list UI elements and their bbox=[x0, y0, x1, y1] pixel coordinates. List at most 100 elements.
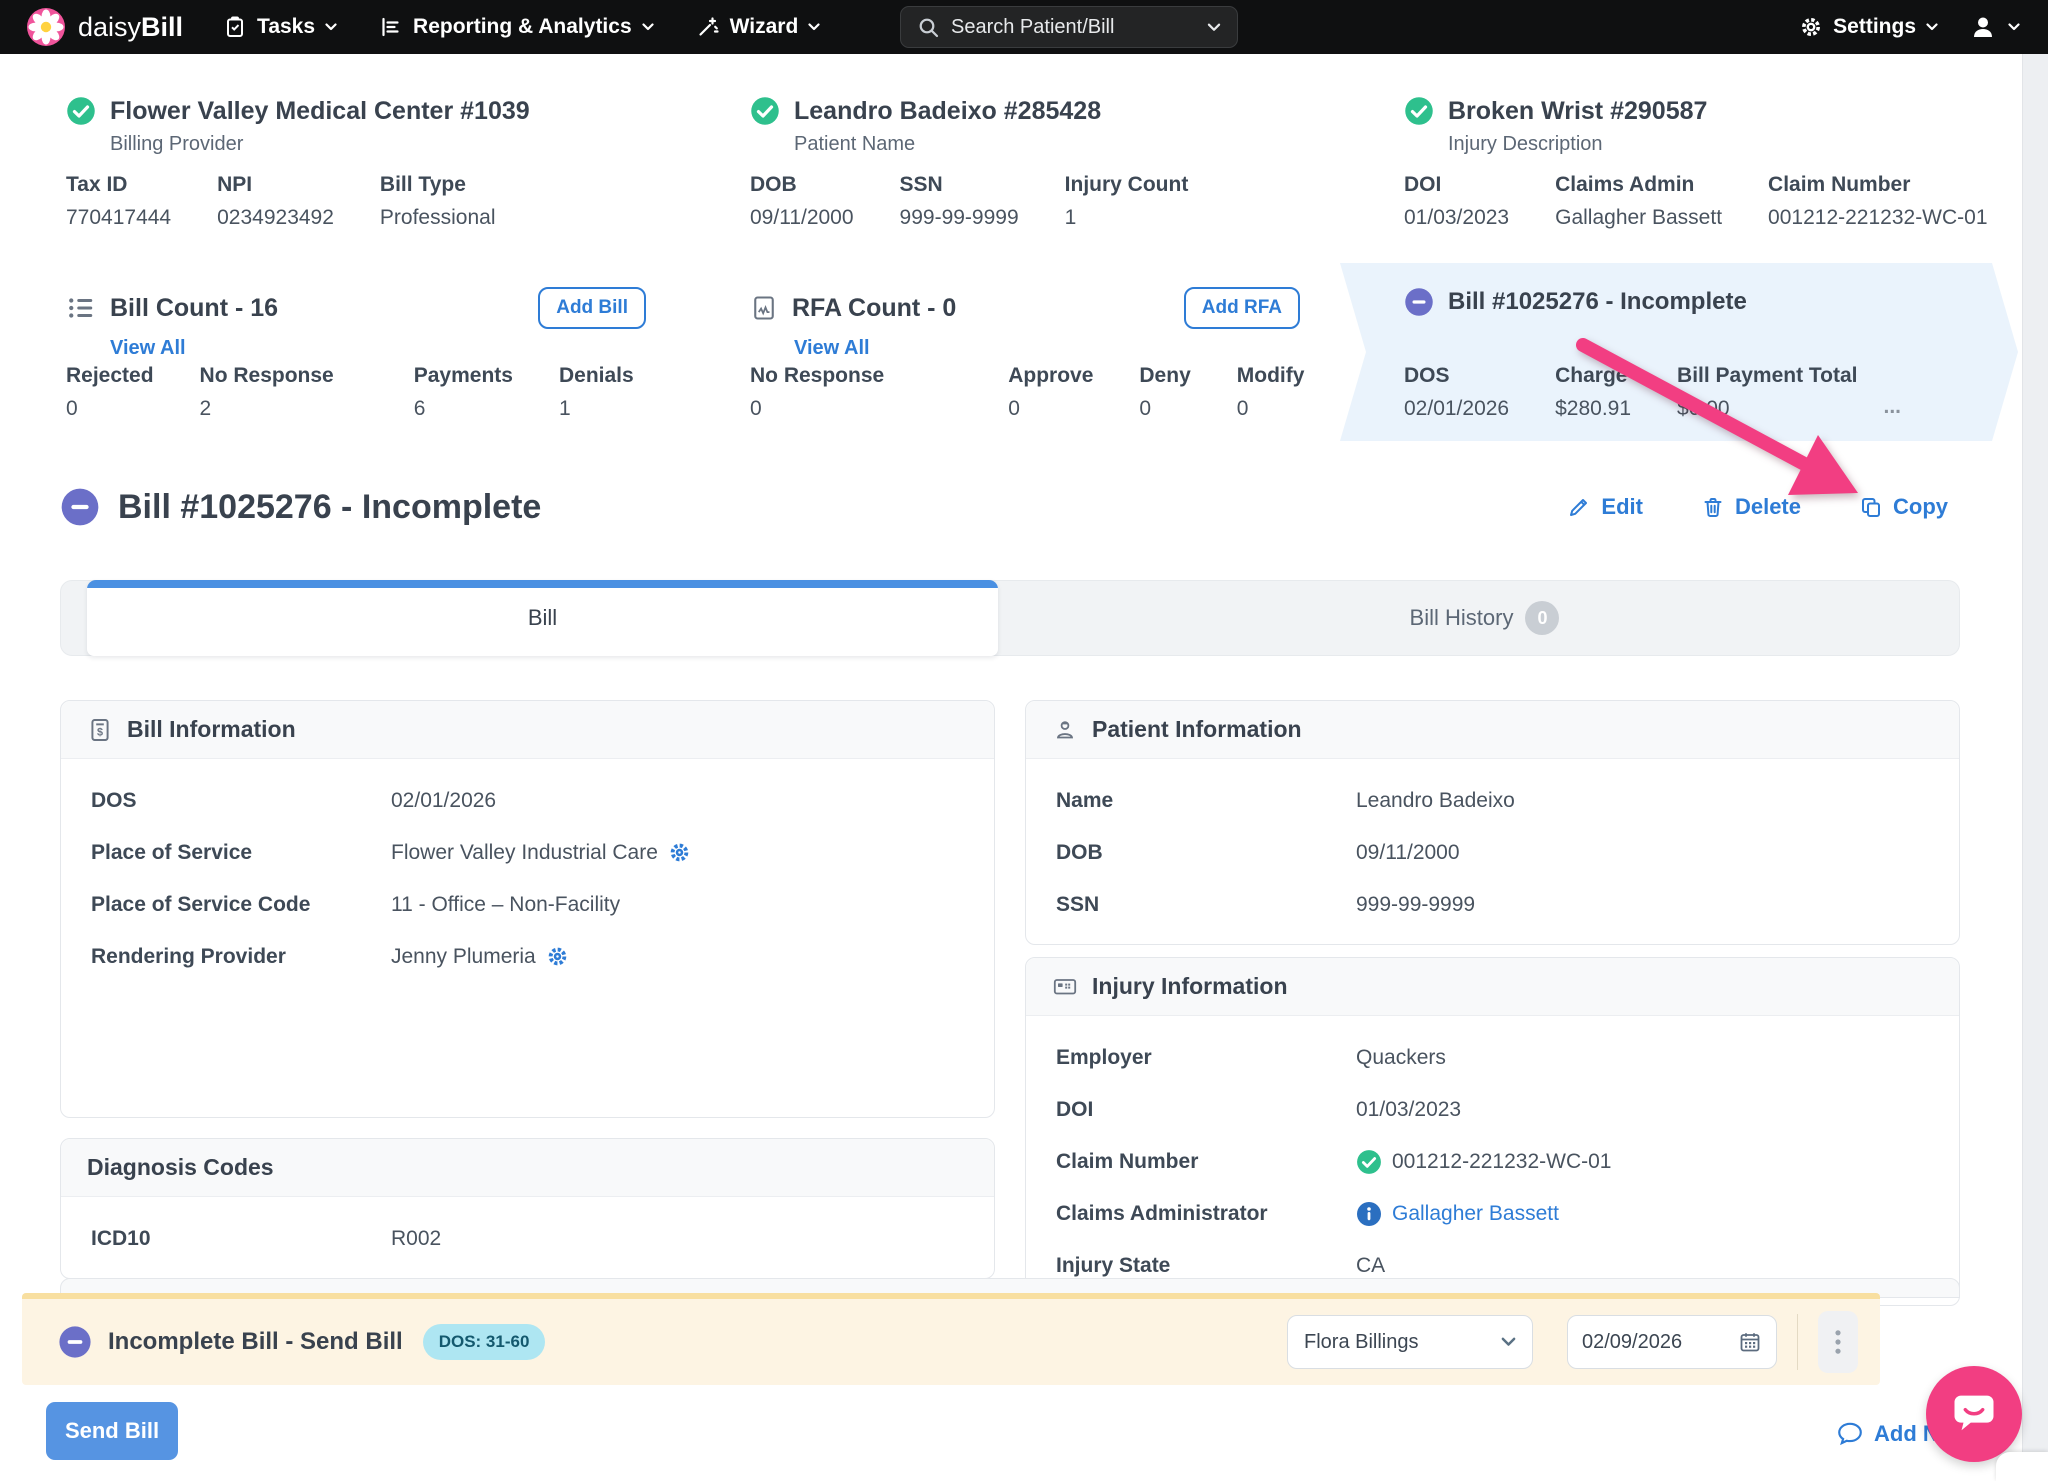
incomplete-minus-circle-icon bbox=[61, 488, 99, 526]
nav-tasks[interactable]: Tasks bbox=[223, 15, 337, 39]
stat-claim-number: Claim Number 001212-221232-WC-01 bbox=[1768, 173, 1988, 229]
stat-modify: Modify 0 bbox=[1236, 364, 1305, 420]
patient-information-body: Name Leandro Badeixo DOB 09/11/2000 SSN … bbox=[1026, 759, 1959, 944]
stat-dob: DOB 09/11/2000 bbox=[750, 173, 854, 229]
injury-card[interactable]: Broken Wrist #290587 Injury Description … bbox=[1340, 72, 2018, 250]
patient-information-header: Patient Information bbox=[1026, 701, 1959, 759]
tab-bill[interactable]: Bill bbox=[87, 580, 999, 656]
bill-count-view-all-link[interactable]: View All bbox=[110, 337, 646, 360]
biller-select[interactable]: Flora Billings bbox=[1287, 1315, 1533, 1369]
incomplete-minus-circle-icon bbox=[1404, 287, 1434, 317]
action-bar-controls: Flora Billings 02/09/2026 bbox=[1287, 1311, 1858, 1373]
patient-stats: DOB 09/11/2000 SSN 999-99-9999 Injury Co… bbox=[750, 173, 1300, 230]
more-options-button[interactable] bbox=[1818, 1311, 1858, 1373]
configure-gear-icon[interactable] bbox=[668, 841, 691, 864]
row-dob: DOB 09/11/2000 bbox=[1056, 841, 1460, 864]
brand-logo[interactable]: daisyBill bbox=[26, 7, 183, 47]
patient-card[interactable]: Leandro Badeixo #285428 Patient Name DOB… bbox=[686, 72, 1364, 250]
stat-payments: Payments 6 bbox=[413, 364, 513, 420]
more-ellipsis[interactable]: ... bbox=[1884, 395, 1902, 421]
delete-button[interactable]: Delete bbox=[1701, 494, 1801, 520]
calendar-icon[interactable] bbox=[1738, 1330, 1762, 1354]
rfa-count-view-all-link[interactable]: View All bbox=[794, 337, 1300, 360]
selected-bill-title: Bill #1025276 - Incomplete bbox=[1448, 288, 1747, 315]
send-date-input[interactable]: 02/09/2026 bbox=[1567, 1315, 1777, 1369]
info-circle-icon[interactable] bbox=[1356, 1201, 1382, 1227]
chevron-down-icon bbox=[642, 23, 654, 31]
nav-reporting-analytics[interactable]: Reporting & Analytics bbox=[379, 15, 654, 39]
chevron-down-icon bbox=[325, 23, 337, 31]
rfa-count-stats: No Response 0 Approve 0 Deny 0 Modify 0 bbox=[750, 364, 1300, 421]
patient-information-card: Patient Information Name Leandro Badeixo… bbox=[1025, 700, 1960, 945]
billing-provider-title: Flower Valley Medical Center #1039 bbox=[110, 96, 530, 125]
nav-settings-label: Settings bbox=[1833, 15, 1916, 38]
injury-title: Broken Wrist #290587 bbox=[1448, 96, 1708, 125]
card-head: Bill #1025276 - Incomplete bbox=[1404, 287, 1954, 317]
stat-bill-type: Bill Type Professional bbox=[379, 173, 496, 229]
selected-bill-card[interactable]: Bill #1025276 - Incomplete DOS 02/01/202… bbox=[1340, 263, 2018, 441]
chevron-down-icon[interactable] bbox=[1207, 23, 1221, 32]
row-claims-administrator: Claims Administrator Gallagher Bassett bbox=[1056, 1200, 1559, 1227]
search-icon bbox=[919, 18, 939, 38]
bill-count-stats: Rejected 0 No Response 2 Payments 6 Deni… bbox=[66, 364, 646, 421]
rfa-document-icon bbox=[750, 294, 778, 322]
bill-heading-row: Bill #1025276 - Incomplete Edit Delete C… bbox=[60, 468, 1948, 546]
billing-provider-card[interactable]: Flower Valley Medical Center #1039 Billi… bbox=[20, 72, 710, 250]
edit-button[interactable]: Edit bbox=[1567, 494, 1643, 520]
card-head: Bill Count - 16 Add Bill bbox=[66, 287, 646, 329]
nav-account-menu[interactable] bbox=[1968, 12, 2020, 42]
stat-dos: DOS 02/01/2026 bbox=[1404, 364, 1510, 420]
patient-icon bbox=[1056, 720, 1074, 738]
billing-provider-subtitle: Billing Provider bbox=[110, 133, 244, 155]
patient-title: Leandro Badeixo #285428 bbox=[794, 96, 1102, 125]
biller-select-value: Flora Billings bbox=[1304, 1330, 1419, 1353]
rfa-count-card[interactable]: RFA Count - 0 Add RFA View All No Respon… bbox=[686, 263, 1364, 441]
tab-bill-history[interactable]: Bill History 0 bbox=[1010, 581, 1959, 655]
action-bar-divider bbox=[1797, 1314, 1798, 1370]
row-claim-number: Claim Number 001212-221232-WC-01 bbox=[1056, 1149, 1612, 1174]
chevron-down-icon bbox=[2008, 23, 2020, 31]
search-input[interactable]: Search Patient/Bill bbox=[900, 6, 1238, 48]
bill-information-header: $ Bill Information bbox=[61, 701, 994, 759]
nav-wizard[interactable]: Wizard bbox=[696, 15, 821, 39]
search-placeholder: Search Patient/Bill bbox=[951, 15, 1115, 38]
kebab-menu-icon bbox=[1835, 1330, 1841, 1354]
copy-button[interactable]: Copy bbox=[1859, 494, 1948, 520]
stat-bill-payment-total: Bill Payment Total $0.00 bbox=[1677, 364, 1858, 420]
chevron-down-icon bbox=[1501, 1337, 1516, 1346]
scrollbar-track[interactable] bbox=[2022, 54, 2048, 1481]
bill-tabs: Bill Bill History 0 bbox=[60, 580, 1960, 656]
bill-information-card: $ Bill Information DOS 02/01/2026 Place … bbox=[60, 700, 995, 1118]
brand-name: daisyBill bbox=[78, 12, 183, 43]
magic-wand-icon bbox=[699, 17, 719, 36]
bill-count-card[interactable]: Bill Count - 16 Add Bill View All Reject… bbox=[20, 263, 710, 441]
send-date-value: 02/09/2026 bbox=[1582, 1330, 1683, 1353]
nav-settings[interactable]: Settings bbox=[1799, 15, 1938, 39]
claims-administrator-link[interactable]: Gallagher Bassett bbox=[1392, 1200, 1559, 1227]
add-bill-button[interactable]: Add Bill bbox=[538, 287, 646, 329]
svg-text:$: $ bbox=[97, 726, 103, 738]
configure-gear-icon[interactable] bbox=[546, 945, 569, 968]
injury-subtitle: Injury Description bbox=[1448, 133, 1603, 155]
row-ssn: SSN 999-99-9999 bbox=[1056, 893, 1476, 916]
chevron-down-icon bbox=[1926, 23, 1938, 31]
clipboard-icon bbox=[227, 16, 244, 37]
row-name: Name Leandro Badeixo bbox=[1056, 789, 1515, 812]
billing-provider-stats: Tax ID 770417444 NPI 0234923492 Bill Typ… bbox=[66, 173, 646, 230]
send-bill-action-bar: Incomplete Bill - Send Bill DOS: 31-60 F… bbox=[22, 1293, 1880, 1385]
row-place-of-service: Place of Service Flower Valley Industria… bbox=[91, 839, 964, 866]
stat-npi: NPI 0234923492 bbox=[217, 173, 334, 229]
row-employer: Employer Quackers bbox=[1056, 1046, 1446, 1069]
chat-launcher-button[interactable] bbox=[1926, 1366, 2022, 1462]
row-dos: DOS 02/01/2026 bbox=[91, 789, 497, 812]
check-circle-icon bbox=[1357, 1149, 1381, 1174]
stat-claims-admin: Claims Admin Gallagher Bassett bbox=[1555, 173, 1723, 229]
stat-no-response: No Response 0 bbox=[750, 364, 885, 420]
stat-rejected: Rejected 0 bbox=[66, 364, 154, 420]
pencil-icon bbox=[1570, 499, 1588, 516]
send-bill-button[interactable]: Send Bill bbox=[46, 1402, 178, 1460]
speech-bubble-icon bbox=[1838, 1422, 1862, 1446]
injury-information-card: Injury Information Employer Quackers DOI… bbox=[1025, 957, 1960, 1306]
add-rfa-button[interactable]: Add RFA bbox=[1184, 287, 1300, 329]
list-icon bbox=[66, 293, 96, 323]
